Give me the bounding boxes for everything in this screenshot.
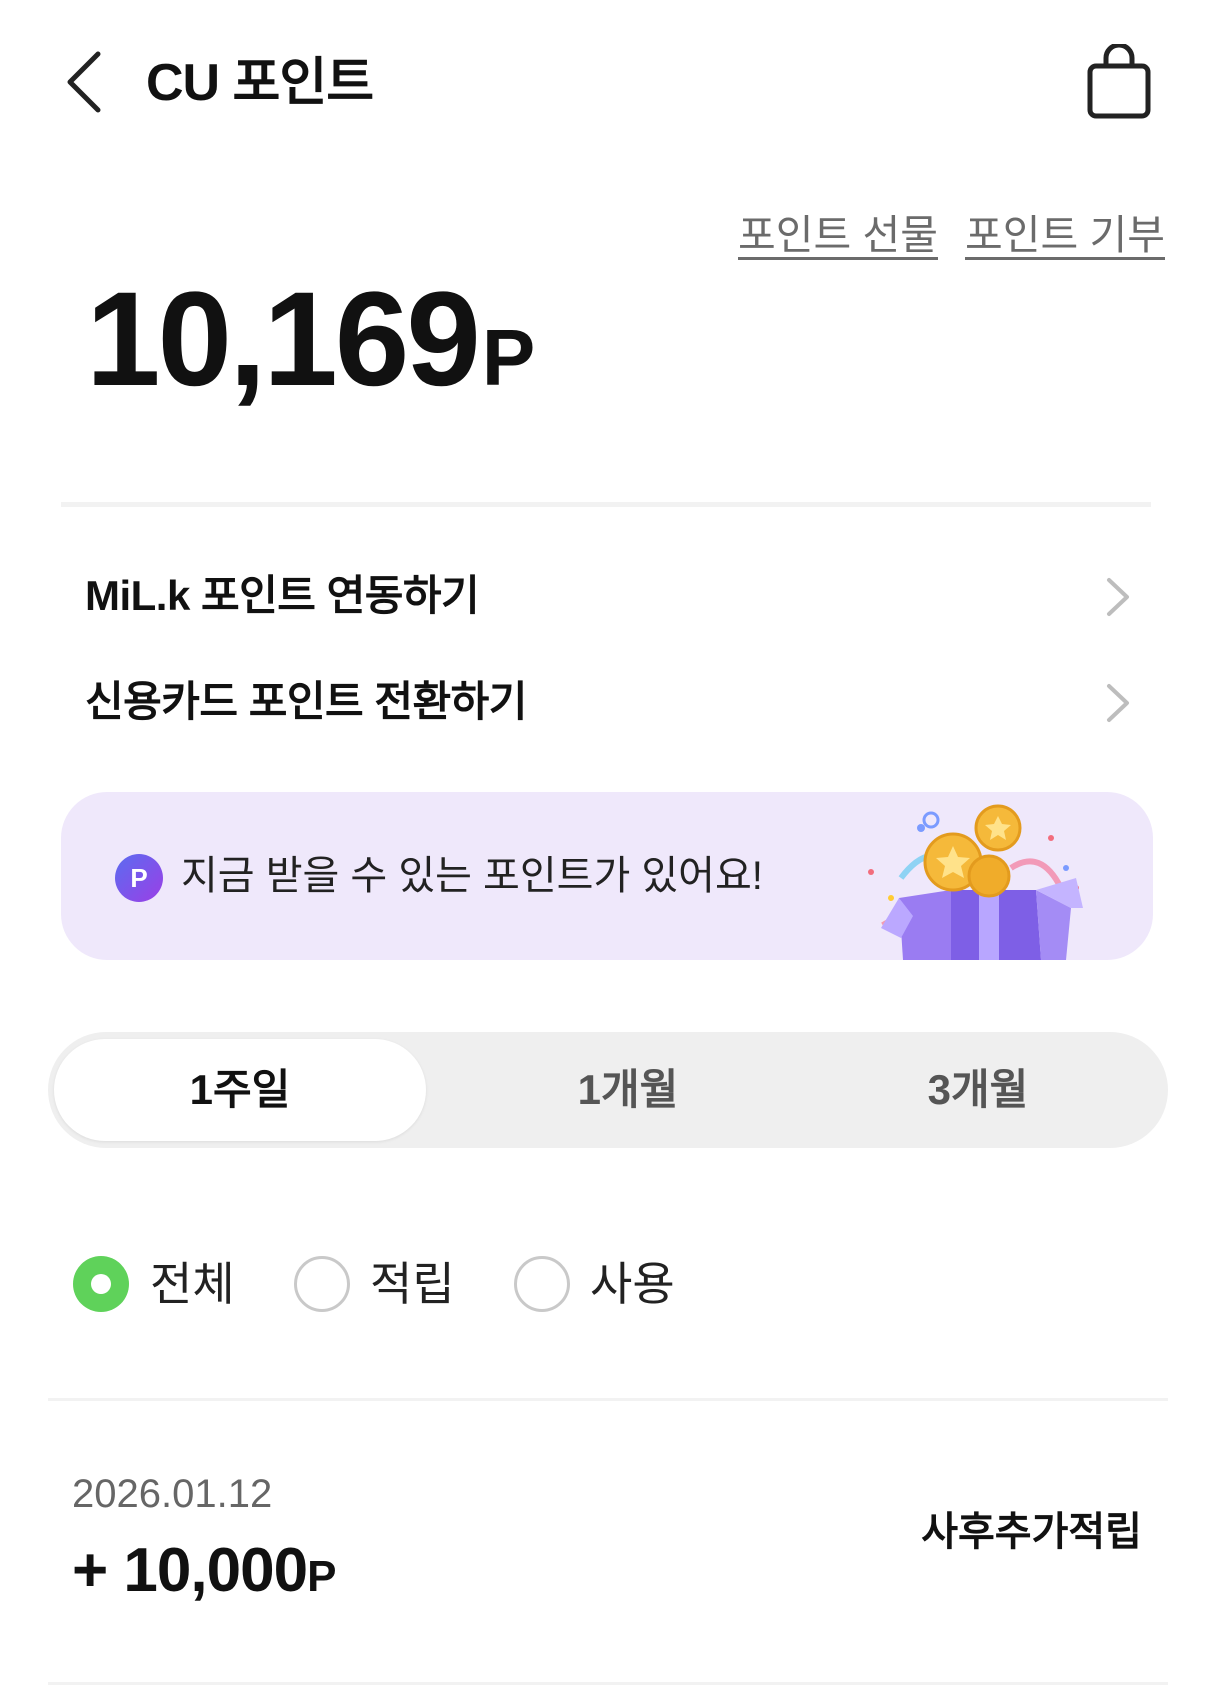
tab-3-month[interactable]: 3개월 — [818, 1032, 1138, 1148]
divider — [48, 1398, 1168, 1401]
back-chevron-icon[interactable] — [58, 46, 118, 118]
balance-unit: P — [481, 313, 536, 402]
history-amount-value: + 10,000 — [72, 1536, 308, 1605]
page-title: CU 포인트 — [146, 54, 374, 112]
menu-item-milk-link[interactable]: MiL.k 포인트 연동하기 — [61, 552, 1141, 642]
period-tabs: 1주일 1개월 3개월 — [48, 1032, 1168, 1148]
history-amount-unit: P — [307, 1552, 337, 1601]
gift-box-coins-icon — [868, 804, 1083, 960]
chevron-right-icon — [1107, 684, 1129, 722]
divider — [61, 502, 1151, 507]
filter-all-label[interactable]: 전체 — [150, 1250, 235, 1318]
banner-text: 지금 받을 수 있는 포인트가 있어요! — [181, 854, 763, 898]
filter-use-label[interactable]: 사용 — [590, 1250, 675, 1318]
tab-1-month[interactable]: 1개월 — [468, 1032, 788, 1148]
history-date: 2026.01.12 — [72, 1472, 273, 1516]
available-points-banner[interactable]: P 지금 받을 수 있는 포인트가 있어요! — [61, 792, 1153, 960]
filter-earn-radio[interactable] — [294, 1256, 350, 1312]
chevron-right-icon — [1107, 578, 1129, 616]
shopping-bag-icon[interactable] — [1086, 44, 1152, 120]
history-amount: + 10,000P — [72, 1526, 336, 1632]
menu-item-label: 신용카드 포인트 전환하기 — [85, 678, 527, 725]
divider — [48, 1682, 1168, 1685]
point-gift-link[interactable]: 포인트 선물 — [738, 208, 938, 262]
point-badge-icon: P — [115, 854, 163, 902]
tab-1-week-label[interactable]: 1주일 — [54, 1032, 426, 1148]
point-donate-link[interactable]: 포인트 기부 — [965, 208, 1165, 262]
menu-item-label: MiL.k 포인트 연동하기 — [85, 572, 480, 619]
filter-all-radio[interactable] — [73, 1256, 129, 1312]
balance-amount: 10,169 — [86, 265, 481, 414]
point-balance: 10,169P — [86, 270, 535, 451]
filter-earn-label[interactable]: 적립 — [370, 1250, 455, 1318]
filter-use-radio[interactable] — [514, 1256, 570, 1312]
menu-item-card-convert[interactable]: 신용카드 포인트 전환하기 — [61, 658, 1141, 748]
history-type: 사후추가적립 — [921, 1510, 1142, 1554]
